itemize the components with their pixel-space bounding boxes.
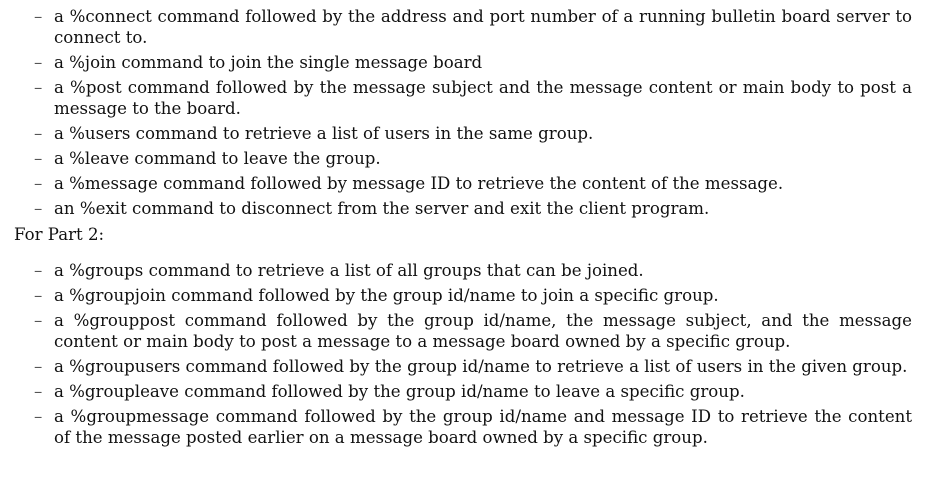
dash-bullet: – bbox=[34, 7, 43, 26]
dash-bullet: – bbox=[34, 357, 43, 376]
item-text: a %grouppost command followed by the gro… bbox=[54, 311, 912, 351]
item-text: a %message command followed by message I… bbox=[54, 174, 784, 193]
list-item: – a %groupusers command followed by the g… bbox=[0, 356, 926, 377]
list-item: – an %exit command to disconnect from the… bbox=[0, 198, 926, 219]
part2-command-list: – a %groups command to retrieve a list of… bbox=[0, 260, 926, 448]
dash-bullet: – bbox=[34, 311, 43, 330]
dash-bullet: – bbox=[34, 407, 43, 426]
item-text: a %groupjoin command followed by the gro… bbox=[54, 286, 719, 305]
item-text: a %users command to retrieve a list of u… bbox=[54, 124, 594, 143]
item-text: a %leave command to leave the group. bbox=[54, 149, 381, 168]
dash-bullet: – bbox=[34, 199, 43, 218]
item-text: a %post command followed by the message … bbox=[54, 78, 912, 118]
list-item: – a %groupmessage command followed by the… bbox=[0, 406, 926, 448]
dash-bullet: – bbox=[34, 78, 43, 97]
list-item: – a %connect command followed by the addr… bbox=[0, 6, 926, 48]
dash-bullet: – bbox=[34, 53, 43, 72]
document-body: – a %connect command followed by the addr… bbox=[0, 6, 926, 452]
dash-bullet: – bbox=[34, 286, 43, 305]
dash-bullet: – bbox=[34, 124, 43, 143]
dash-bullet: – bbox=[34, 261, 43, 280]
list-item: – a %join command to join the single mess… bbox=[0, 52, 926, 73]
item-text: a %groupusers command followed by the gr… bbox=[54, 357, 908, 376]
item-text: a %join command to join the single messa… bbox=[54, 53, 483, 72]
item-text: an %exit command to disconnect from the … bbox=[54, 199, 710, 218]
list-item: – a %grouppost command followed by the gr… bbox=[0, 310, 926, 352]
list-item: – a %post command followed by the message… bbox=[0, 77, 926, 119]
dash-bullet: – bbox=[34, 149, 43, 168]
list-item: – a %leave command to leave the group. bbox=[0, 148, 926, 169]
dash-bullet: – bbox=[34, 174, 43, 193]
list-item: – a %users command to retrieve a list of … bbox=[0, 123, 926, 144]
part2-heading: For Part 2: bbox=[14, 225, 105, 244]
item-text: a %groupleave command followed by the gr… bbox=[54, 382, 745, 401]
part1-command-list: – a %connect command followed by the addr… bbox=[0, 6, 926, 219]
dash-bullet: – bbox=[34, 382, 43, 401]
item-text: a %groupmessage command followed by the … bbox=[54, 407, 912, 447]
list-item: – a %groups command to retrieve a list of… bbox=[0, 260, 926, 281]
list-item: – a %groupjoin command followed by the gr… bbox=[0, 285, 926, 306]
list-item: – a %message command followed by message … bbox=[0, 173, 926, 194]
item-text: a %groups command to retrieve a list of … bbox=[54, 261, 644, 280]
list-item: – a %groupleave command followed by the g… bbox=[0, 381, 926, 402]
item-text: a %connect command followed by the addre… bbox=[54, 7, 912, 47]
